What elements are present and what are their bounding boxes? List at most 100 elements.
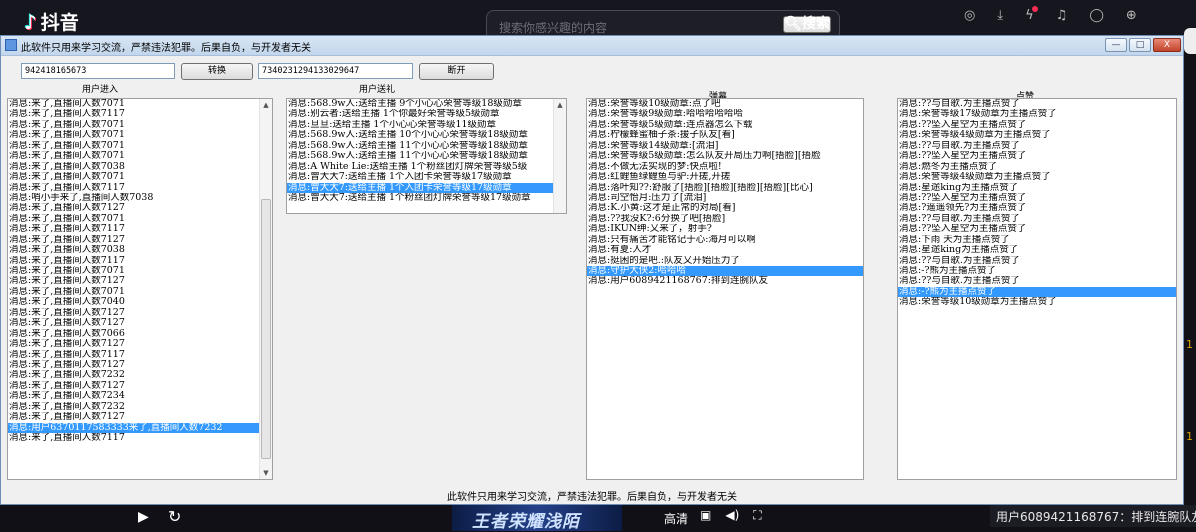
room-id-input[interactable]: 942418165673 — [21, 63, 175, 79]
list-item[interactable]: 消息:来了,直播间人数7117 — [8, 256, 272, 266]
list-item[interactable]: 消息:来了,直播间人数7071 — [8, 99, 272, 109]
list-item[interactable]: 消息:来了,直播间人数7127 — [8, 339, 272, 349]
list-item[interactable]: 消息:来了,直播间人数7038 — [8, 162, 272, 172]
list-item[interactable]: 消息:??坠入星空为主播点赞了 — [898, 120, 1176, 130]
long-id-input[interactable]: 7340231294133029647 — [258, 63, 413, 79]
list-item[interactable]: 消息:别云者:送给主播 1个你最好荣誉等级5级勋章 — [287, 109, 566, 119]
list-item[interactable]: 消息:荣誉等级10级勋章为主播点赞了 — [898, 297, 1176, 307]
title-bar[interactable]: 此软件只用来学习交流，严禁违法犯罪。后果自负，与开发者无关 — □ X — [1, 36, 1183, 56]
refresh-icon[interactable]: ↻ — [168, 507, 181, 526]
list-item[interactable]: 消息:红鲤鱼绿鲤鱼与驴:开搓,开搓 — [587, 172, 863, 182]
list-item[interactable]: 消息:来了,直播间人数7040 — [8, 297, 272, 307]
list-item[interactable]: 消息:来了,直播间人数7127 — [8, 412, 272, 422]
list-item[interactable]: 消息:来了,直播间人数7038 — [8, 245, 272, 255]
scroll-up-icon[interactable]: ▲ — [260, 99, 272, 111]
list-item[interactable]: 消息:来了,直播间人数7071 — [8, 214, 272, 224]
list-item[interactable]: 消息:K.小黄:这才是正常的对局[看] — [587, 203, 863, 213]
list-item[interactable]: 消息:来了,直播间人数7127 — [8, 360, 272, 370]
disconnect-button[interactable]: 断开 — [419, 63, 494, 80]
list-item[interactable]: 消息:来了,直播间人数7127 — [8, 235, 272, 245]
douyin-logo[interactable]: ♪ 抖音 — [24, 8, 79, 35]
minimize-button[interactable]: — — [1105, 38, 1127, 52]
list-item[interactable]: 消息:荣誉等级14级勋章:[流泪] — [587, 141, 863, 151]
list-item[interactable]: 消息:星途king为主播点赞了 — [898, 183, 1176, 193]
list-item[interactable]: 消息:来了,直播间人数7071 — [8, 151, 272, 161]
list-item[interactable]: 消息:曾大大7:送给主播 1个入团卡荣誉等级17级勋章 — [287, 172, 566, 182]
convert-button[interactable]: 转换 — [181, 63, 253, 80]
list-item[interactable]: 消息:来了,直播间人数7127 — [8, 381, 272, 391]
scroll-up-icon[interactable]: ▲ — [554, 99, 566, 111]
list-item[interactable]: 消息:荣誉等级5级勋章:怎么队友开局压力啊[捂脸][捂脸 — [587, 151, 863, 161]
list-item[interactable]: 消息:用户6370117583333来了,直播间人数7232 — [8, 422, 272, 433]
list-item[interactable]: 消息:568.9w人:送给主播 9个小心心荣誉等级18级勋章 — [287, 99, 566, 109]
list-item[interactable]: 消息:守护大侠2:哈哈哈 — [587, 266, 863, 277]
list-item[interactable]: 消息:只有痛苦才能铭记于心:海月可以啊 — [587, 235, 863, 245]
list-item[interactable]: 消息:荣誉等级5级勋章:连点器怎么下载 — [587, 120, 863, 130]
list-item[interactable]: 消息:曾大大7:送给主播 1个入团卡荣誉等级17级勋章 — [287, 182, 566, 193]
list-item[interactable]: 消息:旦旦:送给主播 1个小心心荣誉等级11级勋章 — [287, 120, 566, 130]
enter-scrollbar[interactable]: ▲ ▼ — [259, 99, 272, 479]
list-item[interactable]: 消息:IKUN绅:又来了，射手? — [587, 224, 863, 234]
list-item[interactable]: 消息:??与自歌.为主播点赞了 — [898, 276, 1176, 286]
user-enter-list[interactable]: 消息:来了,直播间人数7071 消息:来了,直播间人数7117 消息:来了,直播间人… — [7, 98, 273, 480]
quality-selector[interactable]: 高清 — [664, 510, 688, 527]
lightning-icon[interactable]: ϟ — [1025, 6, 1038, 23]
download-icon[interactable]: ⤓ — [997, 8, 1003, 23]
list-item[interactable]: 消息:??坠入星空为主播点赞了 — [898, 224, 1176, 234]
list-item[interactable]: 消息:来了,直播间人数7117 — [8, 433, 272, 443]
list-item[interactable]: 消息:来了,直播间人数7232 — [8, 402, 272, 412]
scroll-down-icon[interactable]: ▼ — [260, 467, 272, 479]
gift-icon[interactable]: ▣ — [700, 508, 711, 523]
list-item[interactable]: 消息:来了,直播间人数7234 — [8, 391, 272, 401]
list-item[interactable]: 消息:柠檬蜂蜜柚子茶:援子队友[看] — [587, 130, 863, 140]
list-item[interactable]: 消息:A White Lie:送给主播 1个粉丝团灯牌荣誉等级5级 — [287, 162, 566, 172]
list-item[interactable]: 消息:落叶知??:舒服了[捂脸][捂脸][捂脸][捂脸][比心] — [587, 183, 863, 193]
list-item[interactable]: 消息:用户6089421168767:排到连腕队友 — [587, 276, 863, 286]
list-item[interactable]: 消息:-?熊为主播点赞了 — [898, 286, 1176, 298]
list-item[interactable]: 消息:来了,直播间人数7117 — [8, 109, 272, 119]
list-item[interactable]: 消息:哨小手来了,直播间人数7038 — [8, 193, 272, 203]
list-item[interactable]: 消息:来了,直播间人数7232 — [8, 370, 272, 380]
list-item[interactable]: 消息:荣誉等级9级勋章:哈哈哈哈哈哈 — [587, 109, 863, 119]
list-item[interactable]: 消息:?遥遥领先?为主播点赞了 — [898, 203, 1176, 213]
list-item[interactable]: 消息:??与自歌.为主播点赞了 — [898, 256, 1176, 266]
list-item[interactable]: 消息:??与自歌.为主播点赞了 — [898, 99, 1176, 109]
fullscreen-icon[interactable]: ⛶ — [753, 508, 761, 523]
danmu-list[interactable]: 消息:荣誉等级10级勋章:点了吧 消息:荣誉等级9级勋章:哈哈哈哈哈哈 消息:荣誉等… — [586, 98, 864, 480]
list-item[interactable]: 消息:荣誉等级4级勋章为主播点赞了 — [898, 130, 1176, 140]
maximize-button[interactable]: □ — [1129, 38, 1151, 52]
list-item[interactable]: 消息:来了,直播间人数7127 — [8, 203, 272, 213]
list-item[interactable]: 消息:曾大大7:送给主播 1个粉丝团灯牌荣誉等级17级勋章 — [287, 193, 566, 203]
list-item[interactable]: 消息:来了,直播间人数7071 — [8, 172, 272, 182]
list-item[interactable]: 消息:??与自歌.为主播点赞了 — [898, 214, 1176, 224]
list-item[interactable]: 消息:荣誉等级10级勋章:点了吧 — [587, 99, 863, 109]
list-item[interactable]: 消息:来了,直播间人数7066 — [8, 329, 272, 339]
list-item[interactable]: 消息:来了,直播间人数7117 — [8, 224, 272, 234]
upload-icon[interactable]: ⊕ — [1126, 8, 1137, 23]
list-item[interactable]: 消息:-?熊为主播点赞了 — [898, 266, 1176, 276]
list-item[interactable]: 消息:来了,直播间人数7071 — [8, 287, 272, 297]
list-item[interactable]: 消息:星途king为主播点赞了 — [898, 245, 1176, 255]
list-item[interactable]: 消息:有夏:人才 — [587, 245, 863, 255]
list-item[interactable]: 消息:??与自歌.为主播点赞了 — [898, 141, 1176, 151]
list-item[interactable]: 消息:来了,直播间人数7127 — [8, 308, 272, 318]
douyin-search-button[interactable]: 🔍︎搜索 — [783, 16, 831, 33]
list-item[interactable]: 消息:568.9w人:送给主播 10个小心心荣誉等级18级勋章 — [287, 130, 566, 140]
notification-icon[interactable]: ♫ — [1056, 8, 1068, 23]
scroll-thumb[interactable] — [261, 199, 271, 459]
list-item[interactable]: 消息:??我没K?:6分换了吧[捂脸] — [587, 214, 863, 224]
list-item[interactable]: 消息:燃冬为主播点赞了 — [898, 162, 1176, 172]
like-list[interactable]: 消息:??与自歌.为主播点赞了 消息:荣誉等级17级勋章为主播点赞了 消息:??坠入… — [897, 98, 1177, 480]
list-item[interactable]: 消息:来了,直播间人数7127 — [8, 318, 272, 328]
list-item[interactable]: 消息:来了,直播间人数7071 — [8, 266, 272, 276]
list-item[interactable]: 消息:荣誉等级4级勋章为主播点赞了 — [898, 172, 1176, 182]
list-item[interactable]: 消息:下雨 天为主播点赞了 — [898, 235, 1176, 245]
list-item[interactable]: 消息:来了,直播间人数7127 — [8, 276, 272, 286]
list-item[interactable]: 消息:来了,直播间人数7117 — [8, 183, 272, 193]
list-item[interactable]: 消息:??坠入星空为主播点赞了 — [898, 193, 1176, 203]
list-item[interactable]: 消息:??坠入星空为主播点赞了 — [898, 151, 1176, 161]
list-item[interactable]: 消息:来了,直播间人数7117 — [8, 350, 272, 360]
list-item[interactable]: 消息:司空怡月:压力了[流泪] — [587, 193, 863, 203]
list-item[interactable]: 消息:挺困的是吧.:队友又开始压力了 — [587, 256, 863, 266]
gift-scrollbar[interactable]: ▲ — [553, 99, 566, 213]
